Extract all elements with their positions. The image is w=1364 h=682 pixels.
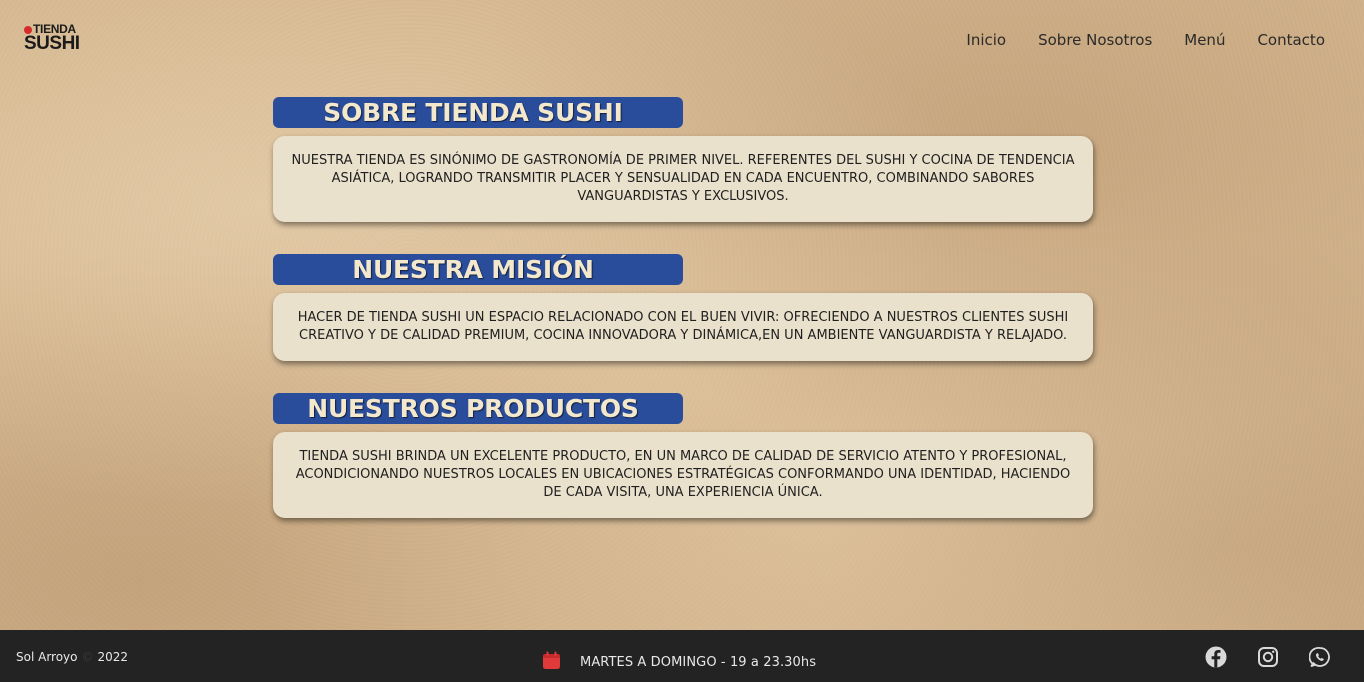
nav-item-inicio[interactable]: Inicio bbox=[966, 30, 1006, 50]
footer-year: 2022 bbox=[97, 650, 129, 664]
brand-logo[interactable]: TIENDA SUSHI bbox=[24, 23, 86, 53]
section-text-mission: HACER DE TIENDA SUSHI UN ESPACIO RELACIO… bbox=[297, 310, 1069, 343]
section-title-products: NUESTROS PRODUCTOS bbox=[273, 393, 683, 424]
nav-item-contacto[interactable]: Contacto bbox=[1257, 30, 1325, 50]
section-text-about: NUESTRA TIENDA ES SINÓNIMO DE GASTRONOMÍ… bbox=[291, 153, 1075, 204]
nav-item-menu[interactable]: Menú bbox=[1184, 30, 1225, 50]
site-footer: Sol Arroyo © 2022 MARTES A DOMINGO - 19 a … bbox=[0, 630, 1364, 682]
section-card-about: NUESTRA TIENDA ES SINÓNIMO DE GASTRONOMÍ… bbox=[273, 136, 1093, 222]
schedule-text: MARTES A DOMINGO - 19 a 23.30hs bbox=[580, 655, 817, 670]
nav-item-sobre-nosotros[interactable]: Sobre Nosotros bbox=[1038, 30, 1152, 50]
section-title-about: SOBRE TIENDA SUSHI bbox=[273, 97, 683, 128]
instagram-icon[interactable] bbox=[1257, 646, 1279, 668]
whatsapp-icon[interactable] bbox=[1308, 646, 1331, 668]
facebook-icon[interactable] bbox=[1205, 646, 1227, 668]
social-links bbox=[1175, 646, 1331, 668]
section-card-mission: HACER DE TIENDA SUSHI UN ESPACIO RELACIO… bbox=[273, 293, 1093, 361]
section-title-mission: NUESTRA MISIÓN bbox=[273, 254, 683, 285]
logo-text-bottom: SUSHI bbox=[24, 33, 80, 54]
main-nav: Inicio Sobre Nosotros Menú Contacto bbox=[934, 30, 1325, 50]
copyright-symbol: © bbox=[81, 650, 94, 664]
calendar-icon bbox=[542, 651, 561, 670]
section-text-products: TIENDA SUSHI BRINDA UN EXCELENTE PRODUCT… bbox=[295, 449, 1071, 500]
section-card-products: TIENDA SUSHI BRINDA UN EXCELENTE PRODUCT… bbox=[273, 432, 1093, 518]
footer-credit: Sol Arroyo © 2022 bbox=[16, 650, 128, 665]
footer-author: Sol Arroyo bbox=[16, 650, 78, 664]
footer-schedule: MARTES A DOMINGO - 19 a 23.30hs bbox=[542, 648, 816, 672]
